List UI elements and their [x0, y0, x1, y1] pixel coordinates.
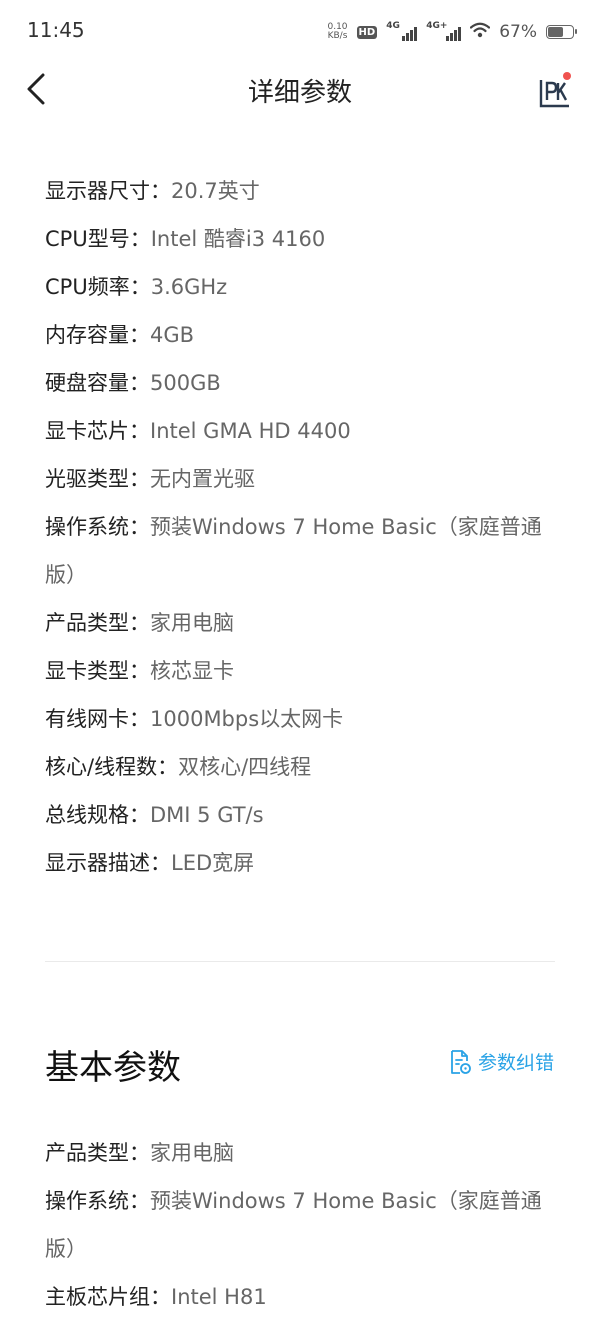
nav-bar: 详细参数: [0, 60, 600, 120]
param-label: 操作系统：: [45, 515, 150, 539]
battery-level-fill: [548, 27, 563, 37]
param-value: Intel 酷睿i3 4160: [150, 227, 326, 251]
param-label: 显示器尺寸：: [45, 179, 171, 203]
param-row-gpu-chip: 显卡芯片：Intel GMA HD 4400: [45, 407, 555, 455]
param-label: 产品类型：: [45, 611, 150, 635]
basic-params-list: 产品类型：家用电脑 操作系统：预装Windows 7 Home Basic（家庭…: [45, 1129, 555, 1321]
basic-row-product-type: 产品类型：家用电脑: [45, 1129, 555, 1177]
battery-icon: [546, 25, 577, 39]
detail-params-list: 显示器尺寸：20.7英寸 CPU型号：Intel 酷睿i3 4160 CPU频率…: [45, 167, 555, 887]
status-bar: 11:45 0.10 KB/s HD 4G 4G+ 67%: [0, 0, 600, 64]
param-row-optical-drive: 光驱类型：无内置光驱: [45, 455, 555, 503]
param-label: 硬盘容量：: [45, 371, 150, 395]
param-row-product-type: 产品类型：家用电脑: [45, 599, 555, 647]
param-label: 显示器描述：: [45, 851, 171, 875]
param-label: 核心/线程数：: [45, 755, 179, 779]
param-label: 显卡芯片：: [45, 419, 150, 443]
param-label: 操作系统：: [45, 1189, 150, 1213]
param-value: Intel H81: [171, 1285, 267, 1309]
param-value: 20.7英寸: [171, 179, 260, 203]
param-value: LED宽屏: [171, 851, 255, 875]
param-label: 光驱类型：: [45, 467, 150, 491]
param-row-gpu-type: 显卡类型：核芯显卡: [45, 647, 555, 695]
document-edit-icon: [451, 1049, 471, 1074]
param-label: 产品类型：: [45, 1141, 150, 1165]
wifi-icon: [470, 22, 491, 42]
param-label: 内存容量：: [45, 323, 150, 347]
basic-params-title: 基本参数: [45, 1048, 181, 1088]
battery-percent: 67%: [499, 22, 537, 42]
param-value: Intel GMA HD 4400: [150, 419, 351, 443]
network-speed-unit: KB/s: [327, 31, 348, 41]
param-value: DMI 5 GT/s: [150, 803, 264, 827]
param-value: 家用电脑: [150, 1141, 234, 1165]
param-correction-label: 参数纠错: [477, 1052, 554, 1074]
param-label: CPU型号：: [45, 227, 151, 251]
hd-voice-icon: HD: [356, 25, 378, 39]
param-label: 总线规格：: [45, 803, 150, 827]
sim2-network-label: 4G+: [426, 21, 448, 31]
signal-sim2-icon: 4G+: [426, 21, 462, 41]
status-time: 11:45: [27, 18, 85, 42]
param-correction-button[interactable]: 参数纠错: [448, 1048, 554, 1075]
notification-badge: [563, 72, 571, 80]
param-value: 500GB: [150, 371, 221, 395]
basic-row-chipset: 主板芯片组：Intel H81: [45, 1273, 555, 1321]
param-value: 3.6GHz: [150, 275, 228, 299]
basic-row-os: 操作系统：预装Windows 7 Home Basic（家庭普通版）: [45, 1177, 555, 1273]
param-value: 1000Mbps以太网卡: [150, 707, 344, 731]
param-row-cores-threads: 核心/线程数：双核心/四线程: [45, 743, 555, 791]
param-row-bus: 总线规格：DMI 5 GT/s: [45, 791, 555, 839]
param-row-os: 操作系统：预装Windows 7 Home Basic（家庭普通版）: [45, 503, 555, 599]
param-row-ethernet: 有线网卡：1000Mbps以太网卡: [45, 695, 555, 743]
param-value: 家用电脑: [150, 611, 234, 635]
param-value: 无内置光驱: [150, 467, 255, 491]
param-label: CPU频率：: [45, 275, 151, 299]
param-label: 有线网卡：: [45, 707, 150, 731]
signal-sim1-icon: 4G: [386, 21, 418, 41]
param-row-screen-size: 显示器尺寸：20.7英寸: [45, 167, 555, 215]
param-label: 显卡类型：: [45, 659, 150, 683]
param-row-disk: 硬盘容量：500GB: [45, 359, 555, 407]
param-row-memory: 内存容量：4GB: [45, 311, 555, 359]
param-row-cpu-freq: CPU频率：3.6GHz: [45, 263, 555, 311]
network-speed: 0.10 KB/s: [327, 23, 347, 41]
param-value: 核芯显卡: [150, 659, 234, 683]
param-label: 主板芯片组：: [45, 1285, 171, 1309]
page-title: 详细参数: [247, 78, 352, 108]
param-row-screen-desc: 显示器描述：LED宽屏: [45, 839, 555, 887]
param-value: 4GB: [150, 323, 195, 347]
status-icons: 0.10 KB/s HD 4G 4G+ 67%: [327, 18, 577, 46]
section-divider: [45, 961, 555, 962]
param-value: 双核心/四线程: [178, 755, 312, 779]
sim1-network-label: 4G: [386, 21, 400, 31]
pk-compare-button[interactable]: [536, 72, 576, 112]
param-row-cpu-model: CPU型号：Intel 酷睿i3 4160: [45, 215, 555, 263]
